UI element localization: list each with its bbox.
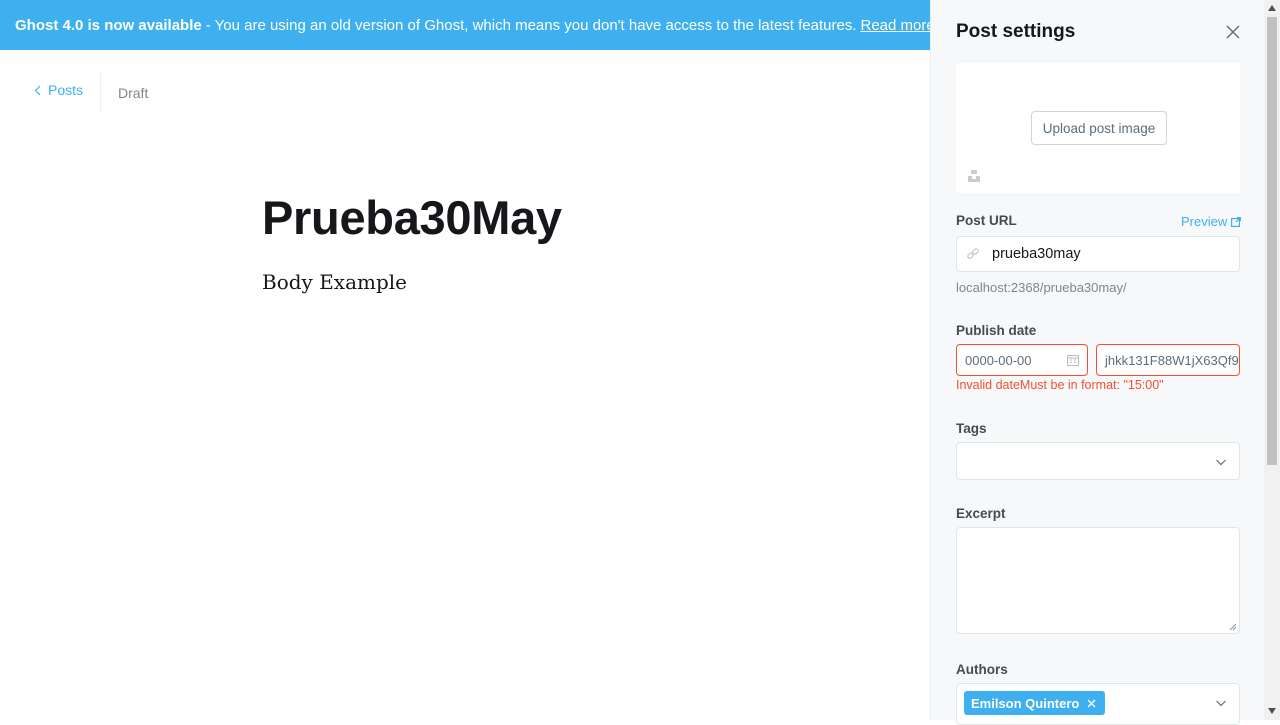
post-settings-panel: Post settings Upload post image Post URL… (930, 0, 1264, 725)
editor-nav: Posts Draft (0, 50, 930, 136)
preview-link[interactable]: Preview (1181, 214, 1242, 229)
banner-message: - You are using an old version of Ghost,… (205, 16, 857, 34)
publish-date-error: Invalid dateMust be in format: "15:00" (956, 378, 1164, 392)
update-banner: Ghost 4.0 is now available - You are usi… (0, 0, 930, 50)
publish-time-value: jhkk131F88W1jX63Qf9 (1105, 352, 1239, 368)
tags-label: Tags (956, 421, 987, 436)
chevron-down-icon (1216, 459, 1226, 466)
publish-time-input[interactable]: jhkk131F88W1jX63Qf9 (1096, 344, 1240, 376)
excerpt-textarea[interactable] (956, 527, 1240, 634)
link-icon (967, 248, 979, 259)
authors-select[interactable]: Emilson Quintero (956, 683, 1240, 725)
panel-scrollbar[interactable] (1264, 0, 1280, 720)
post-url-hint: localhost:2368/prueba30may/ (956, 280, 1127, 295)
post-url-value: prueba30may (992, 246, 1081, 262)
publish-date-input[interactable]: 0000-00-00 (956, 344, 1088, 376)
resize-handle-icon[interactable] (1229, 623, 1237, 631)
banner-strong: Ghost 4.0 is now available (15, 16, 202, 34)
publish-date-label: Publish date (956, 323, 1037, 338)
external-link-icon (1231, 216, 1242, 227)
remove-author-icon[interactable] (1087, 699, 1096, 708)
upload-post-image-button[interactable]: Upload post image (1031, 111, 1167, 145)
back-to-posts-link[interactable]: Posts (34, 82, 83, 98)
calendar-icon[interactable] (1067, 354, 1079, 366)
author-name: Emilson Quintero (971, 695, 1080, 711)
post-url-input[interactable]: prueba30may (956, 236, 1240, 272)
post-image-area: Upload post image (956, 63, 1240, 193)
preview-label: Preview (1181, 214, 1228, 229)
excerpt-label: Excerpt (956, 506, 1006, 521)
unsplash-icon[interactable] (967, 169, 981, 183)
chevron-down-icon (1216, 700, 1226, 707)
authors-label: Authors (956, 662, 1008, 677)
post-body[interactable]: Body Example (262, 270, 407, 294)
scroll-up-arrow-icon[interactable] (1268, 5, 1276, 11)
back-label: Posts (48, 82, 84, 98)
read-more-link[interactable]: Read more! (860, 17, 930, 34)
post-title[interactable]: Prueba30May (262, 190, 562, 245)
nav-divider (100, 73, 101, 111)
scroll-down-arrow-icon[interactable] (1268, 708, 1276, 714)
tags-select[interactable] (956, 442, 1240, 480)
publish-date-value: 0000-00-00 (965, 352, 1032, 368)
scrollbar-thumb[interactable] (1267, 17, 1277, 465)
chevron-left-icon (34, 85, 41, 95)
panel-title: Post settings (956, 21, 1076, 42)
post-status: Draft (118, 85, 149, 101)
post-url-label: Post URL (956, 213, 1017, 228)
close-icon[interactable] (1223, 22, 1243, 42)
author-tag[interactable]: Emilson Quintero (964, 691, 1106, 715)
